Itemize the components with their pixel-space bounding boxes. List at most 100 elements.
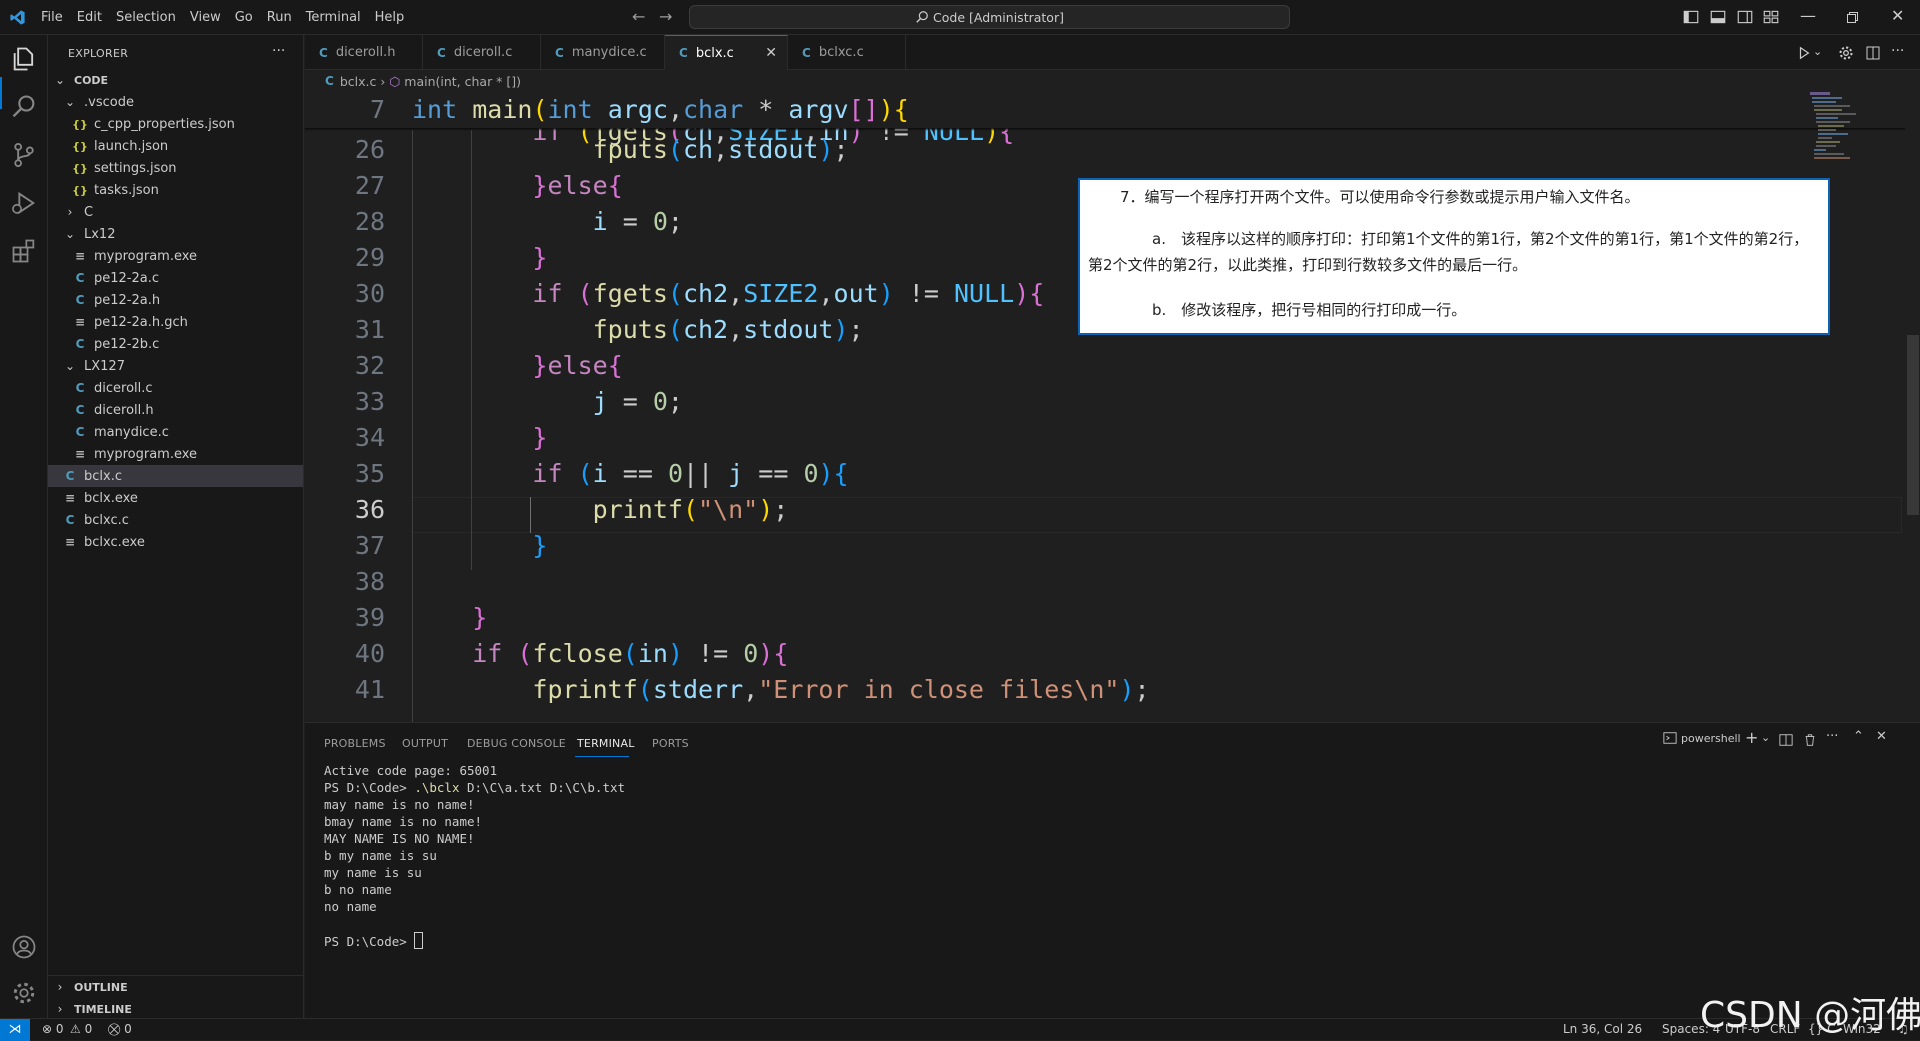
tree-item[interactable]: {} settings.json (48, 157, 303, 179)
run-debug-icon[interactable] (10, 189, 38, 217)
accounts-icon[interactable] (10, 933, 38, 961)
customize-layout-icon[interactable] (1762, 8, 1780, 26)
tree-item[interactable]: Cmanydice.c (48, 421, 303, 443)
menu-file[interactable]: File (34, 10, 70, 25)
tab-output[interactable]: OUTPUT (402, 737, 448, 750)
tab-diceroll-h[interactable]: Cdiceroll.h (305, 35, 423, 70)
explorer-sidebar: EXPLORER ··· ⌄ CODE ⌄ .vscode {} c_cpp_prop… (48, 35, 304, 1018)
tree-item[interactable]: ⌄ LX127 (48, 355, 303, 377)
minimize-icon[interactable]: — (1800, 6, 1816, 25)
cursor-position[interactable]: Ln 36, Col 26 (1563, 1022, 1642, 1036)
toggle-sidebar-icon[interactable] (1682, 8, 1700, 26)
toggle-panel-icon[interactable] (1709, 8, 1727, 26)
menu-selection[interactable]: Selection (109, 10, 183, 25)
ports-status[interactable]: ⛒ 0 (108, 1022, 132, 1037)
title-bar: File Edit Selection View Go Run Terminal… (0, 0, 1920, 35)
new-terminal-icon[interactable]: + (1745, 728, 1758, 747)
remote-indicator-icon[interactable]: ⋊ (0, 1019, 30, 1041)
close-tab-icon[interactable]: ✕ (765, 45, 777, 61)
close-panel-icon[interactable]: ✕ (1876, 729, 1887, 744)
tree-item-label: C (84, 204, 94, 220)
tree-item[interactable]: ≡ myprogram.exe (48, 443, 303, 465)
tree-item[interactable]: ≡ myprogram.exe (48, 245, 303, 267)
tree-item[interactable]: ≡ pe12-2a.h.gch (48, 311, 303, 333)
tab-terminal[interactable]: TERMINAL (577, 737, 635, 750)
toggle-secondary-sidebar-icon[interactable] (1736, 8, 1754, 26)
tab-bclxc-c[interactable]: Cbclxc.c (788, 35, 906, 70)
command-center[interactable]: Code [Administrator] (689, 5, 1290, 29)
tree-item[interactable]: Cpe12-2b.c (48, 333, 303, 355)
search-view-icon[interactable] (10, 93, 38, 121)
close-window-icon[interactable]: ✕ (1891, 6, 1904, 25)
source-control-icon[interactable] (10, 141, 38, 169)
errors-status[interactable]: ⊗ 0 (42, 1022, 64, 1036)
menu-run[interactable]: Run (260, 10, 299, 25)
extensions-icon[interactable] (10, 237, 38, 265)
tree-item[interactable]: Cpe12-2a.h (48, 289, 303, 311)
outline-section[interactable]: › OUTLINE (48, 976, 303, 998)
run-file-icon[interactable] (1797, 46, 1811, 60)
terminal-output[interactable]: Active code page: 65001 PS D:\Code> .\bc… (305, 759, 1895, 1009)
split-editor-icon[interactable] (1865, 45, 1881, 61)
warnings-status[interactable]: ⚠ 0 (70, 1022, 92, 1036)
menu-help[interactable]: Help (368, 10, 412, 25)
tree-item[interactable]: Cbclxc.c (48, 509, 303, 531)
tree-item[interactable]: ≡ bclxc.exe (48, 531, 303, 553)
tab-bclx-c[interactable]: Cbclx.c ✕ (665, 35, 788, 70)
c-file-icon: C (65, 469, 75, 483)
split-terminal-icon[interactable] (1779, 733, 1793, 747)
tree-item[interactable]: Cdiceroll.c (48, 377, 303, 399)
sticky-scroll[interactable]: 7 int main(int argc,char * argv[]){ (305, 92, 1905, 128)
tab-ports[interactable]: PORTS (652, 737, 689, 750)
tree-item[interactable]: {} c_cpp_properties.json (48, 113, 303, 135)
terminal-instance[interactable]: powershell (1663, 731, 1741, 745)
tab-problems[interactable]: PROBLEMS (324, 737, 386, 750)
tree-item-label: myprogram.exe (94, 446, 198, 462)
tree-item[interactable]: ⌄ Lx12 (48, 223, 303, 245)
minimap[interactable] (1810, 92, 1905, 192)
editor-scroll-thumb[interactable] (1907, 335, 1919, 515)
restore-icon[interactable] (1847, 12, 1858, 23)
tree-item[interactable]: Cpe12-2a.c (48, 267, 303, 289)
breadcrumb: C bclx.c › ⬡ main(int, char * []) (305, 70, 1805, 92)
tree-item[interactable]: Cdiceroll.h (48, 399, 303, 421)
trash-icon[interactable] (1803, 733, 1817, 747)
code-line-31: fputs(ch2,stdout); (592, 315, 864, 344)
menu-go[interactable]: Go (228, 10, 260, 25)
workspace-root[interactable]: ⌄ CODE (48, 69, 303, 91)
tree-item[interactable]: {} tasks.json (48, 179, 303, 201)
tree-item[interactable]: {} launch.json (48, 135, 303, 157)
code-line-35: if (i == 0|| j == 0){ (532, 459, 849, 488)
line-number: 33 (354, 387, 385, 416)
explorer-icon[interactable] (10, 45, 38, 73)
c-file-icon: C (75, 293, 85, 307)
tree-item[interactable]: ⌄ .vscode (48, 91, 303, 113)
tree-item[interactable]: Cbclx.c (48, 465, 303, 487)
tree-item-label: bclxc.c (84, 512, 129, 528)
back-arrow-icon[interactable]: ← (632, 7, 645, 26)
tree-item[interactable]: ≡ bclx.exe (48, 487, 303, 509)
timeline-section[interactable]: › TIMELINE (48, 998, 303, 1020)
tab-manydice-c[interactable]: Cmanydice.c (541, 35, 665, 70)
tree-item[interactable]: › C (48, 201, 303, 223)
tab-debug-console[interactable]: DEBUG CONSOLE (467, 737, 566, 750)
breadcrumb-file[interactable]: bclx.c (340, 74, 377, 89)
menu-edit[interactable]: Edit (70, 10, 109, 25)
more-actions-icon[interactable]: ··· (1891, 43, 1904, 59)
maximize-panel-icon[interactable]: ⌃ (1853, 729, 1864, 744)
settings-gear-icon[interactable] (1838, 45, 1854, 61)
forward-arrow-icon[interactable]: → (659, 7, 672, 26)
more-actions-icon[interactable]: ··· (1826, 729, 1838, 744)
breadcrumb-symbol[interactable]: main(int, char * []) (404, 74, 521, 89)
tree-item-label: bclxc.exe (84, 534, 145, 550)
tab-diceroll-c[interactable]: Cdiceroll.c (423, 35, 541, 70)
menu-terminal[interactable]: Terminal (299, 10, 368, 25)
more-actions-icon[interactable]: ··· (272, 43, 285, 59)
chevron-down-icon[interactable]: ⌄ (1813, 45, 1822, 58)
manage-gear-icon[interactable] (10, 979, 38, 1007)
terminal-args: D:\C\a.txt D:\C\b.txt (459, 780, 626, 795)
note-line-2: a. 该程序以这样的顺序打印：打印第1个文件的第1行，第2个文件的第1行，第1个… (1088, 230, 1809, 274)
menu-view[interactable]: View (183, 10, 228, 25)
chevron-down-icon[interactable]: ⌄ (1761, 731, 1770, 744)
